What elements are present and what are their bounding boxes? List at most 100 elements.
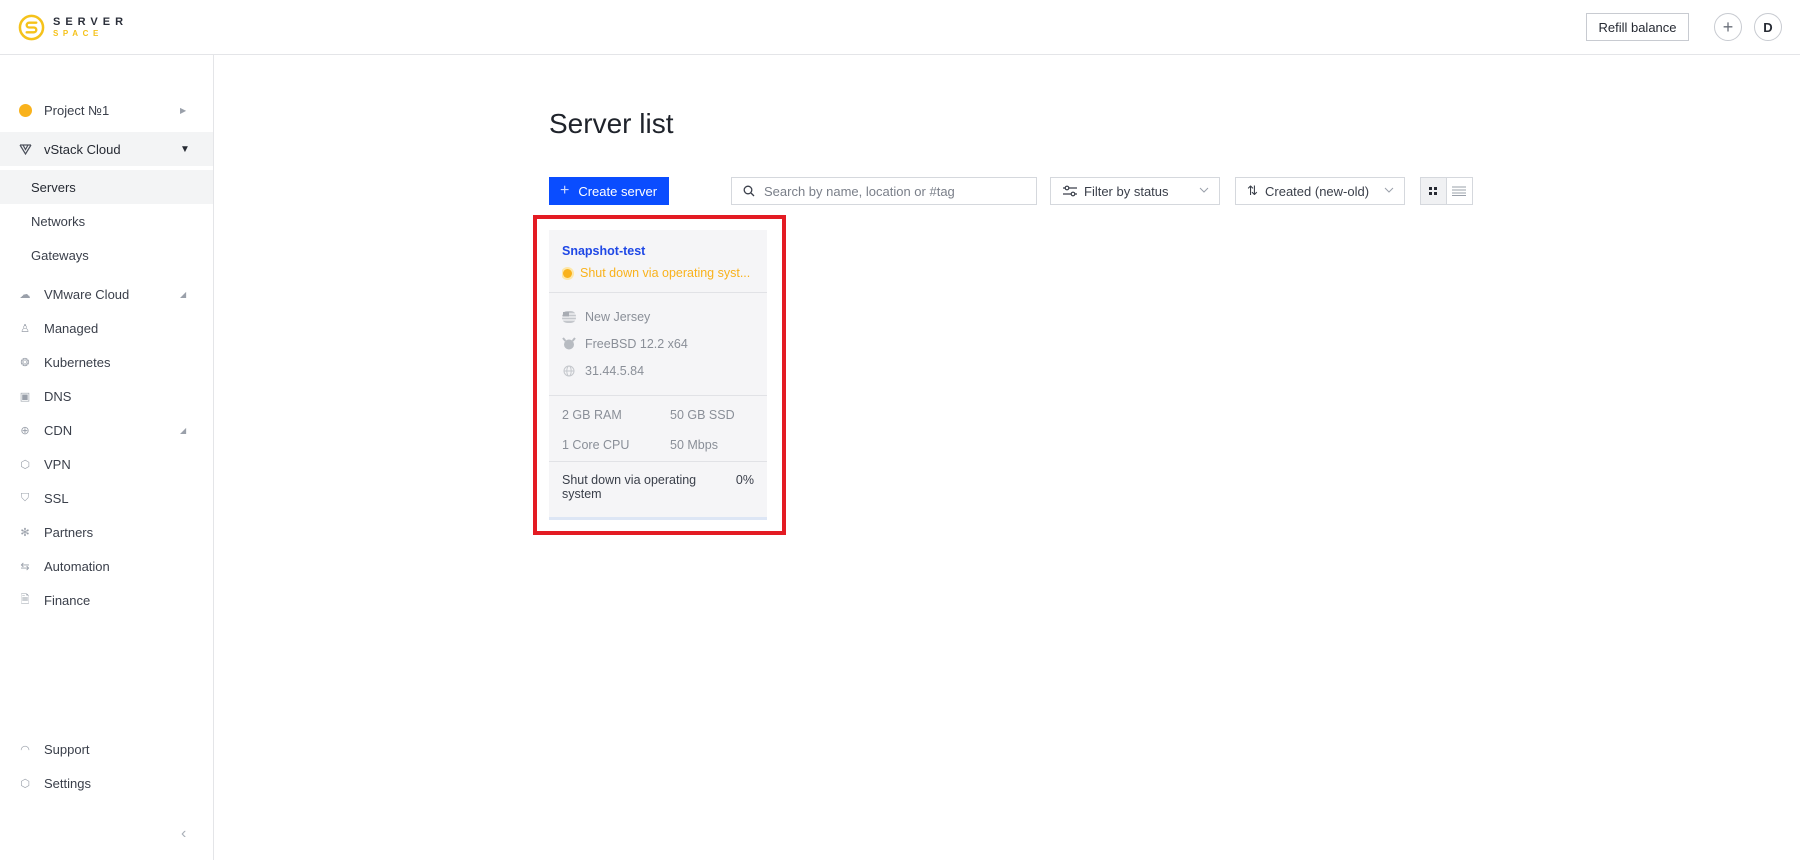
sidebar-item-gateways[interactable]: Gateways	[0, 238, 213, 272]
sidebar-item-networks[interactable]: Networks	[0, 204, 213, 238]
freebsd-icon	[562, 337, 576, 351]
sidebar-item-support[interactable]: ◠ Support	[0, 732, 213, 766]
shield-icon: ⛉	[20, 491, 30, 504]
avatar[interactable]: D	[1754, 13, 1782, 41]
sidebar-item-label: Managed	[44, 320, 99, 336]
sidebar-item-label: Networks	[31, 213, 86, 229]
sidebar: Project №1 ▶ vStack Cloud ▼ Servers Netw…	[0, 55, 214, 860]
vpn-shield-icon: ⬡	[20, 458, 30, 471]
plus-icon: +	[1722, 16, 1734, 37]
server-name-link[interactable]: Snapshot-test	[562, 244, 754, 258]
globe-icon: ⊕	[20, 424, 30, 437]
sidebar-item-label: SSL	[44, 490, 69, 506]
sidebar-item-managed[interactable]: ♙ Managed	[0, 311, 213, 345]
sidebar-item-label: CDN	[44, 422, 73, 438]
sidebar-item-settings[interactable]: ⬡ Settings	[0, 766, 213, 800]
server-ip: 31.44.5.84	[562, 357, 754, 384]
status-dot-icon	[563, 268, 572, 278]
sidebar-item-servers[interactable]: Servers	[0, 170, 213, 204]
logo-text-bottom: SPACE	[53, 28, 103, 38]
logo-text-top: SERVER	[53, 15, 129, 28]
disk-spec: 50 GB SSD	[670, 408, 735, 422]
gear-icon: ⬡	[20, 777, 30, 790]
ram-spec: 2 GB RAM	[562, 408, 622, 422]
sidebar-item-label: VMware Cloud	[44, 286, 130, 302]
document-icon: 🗎	[20, 593, 30, 606]
expand-arrow-icon: ◢	[180, 289, 187, 299]
server-status: Shut down via operating syst...	[562, 266, 754, 280]
sidebar-item-label: VPN	[44, 456, 71, 472]
dns-icon: ▣	[19, 390, 31, 403]
sidebar-item-label: Settings	[44, 775, 91, 791]
partners-icon: ✻	[20, 526, 30, 539]
chevron-right-icon: ▶	[180, 105, 187, 115]
sidebar-item-finance[interactable]: 🗎 Finance	[0, 583, 213, 617]
filter-by-status-select[interactable]: Filter by status	[1050, 177, 1220, 205]
globe-icon	[562, 364, 576, 378]
page-title: Server list	[549, 108, 674, 139]
sidebar-item-label: Kubernetes	[44, 354, 111, 370]
server-specs: 2 GB RAM 50 GB SSD 1 Core CPU 50 Mbps	[549, 396, 767, 462]
filter-sliders-icon	[1062, 185, 1078, 197]
sidebar-item-label: Finance	[44, 592, 91, 608]
top-header: SERVER SPACE Refill balance + D	[0, 0, 1800, 55]
sidebar-item-label: DNS	[44, 388, 72, 404]
grid-icon	[1429, 187, 1438, 195]
refill-balance-button[interactable]: Refill balance	[1586, 13, 1689, 41]
kubernetes-icon: ❂	[20, 356, 30, 369]
server-os: FreeBSD 12.2 x64	[562, 330, 754, 357]
project-dot-icon	[18, 103, 32, 117]
server-card[interactable]: Snapshot-test Shut down via operating sy…	[549, 230, 767, 520]
search-box[interactable]	[731, 177, 1037, 205]
sidebar-item-label: Project №1	[44, 102, 110, 118]
create-server-label: Create server	[578, 183, 658, 199]
server-location: New Jersey	[562, 303, 754, 330]
server-status-text: Shut down via operating syst...	[580, 266, 751, 280]
chevron-left-icon: ‹	[181, 825, 187, 842]
chevron-down-icon	[1384, 187, 1394, 193]
list-view-button[interactable]	[1447, 178, 1472, 204]
sidebar-item-partners[interactable]: ✻ Partners	[0, 515, 213, 549]
sidebar-item-label: Partners	[44, 524, 94, 540]
sidebar-item-label: Support	[44, 741, 90, 757]
sidebar-item-kubernetes[interactable]: ❂ Kubernetes	[0, 345, 213, 379]
automation-icon: ⇆	[20, 560, 30, 573]
expand-arrow-icon: ◢	[180, 425, 187, 435]
location-text: New Jersey	[585, 309, 651, 324]
headset-icon: ◠	[20, 743, 30, 756]
task-progress-bar	[549, 517, 767, 520]
sidebar-item-label: Automation	[44, 558, 110, 574]
ip-text: 31.44.5.84	[585, 363, 645, 378]
logo[interactable]: SERVER SPACE	[18, 12, 128, 42]
sidebar-project-selector[interactable]: Project №1 ▶	[0, 93, 213, 127]
sidebar-item-label: vStack Cloud	[44, 141, 121, 157]
os-text: FreeBSD 12.2 x64	[585, 336, 688, 351]
cloud-icon: ☁	[19, 288, 31, 301]
chevron-down-icon	[1199, 187, 1209, 193]
sort-value: Created (new-old)	[1265, 183, 1370, 199]
us-flag-icon	[562, 310, 576, 324]
caret-down-icon: ▼	[180, 143, 190, 155]
filter-value: Filter by status	[1084, 183, 1169, 199]
task-progress-label: 0%	[735, 473, 754, 487]
list-icon	[1452, 186, 1467, 196]
search-icon	[743, 185, 755, 197]
sort-arrows-icon: ⇅	[1247, 183, 1258, 198]
server-task: Shut down via operating system 0%	[549, 462, 767, 502]
task-text: Shut down via operating system	[562, 473, 697, 501]
add-button[interactable]: +	[1714, 13, 1742, 41]
sidebar-item-cdn[interactable]: ⊕ CDN ◢	[0, 413, 213, 447]
search-input[interactable]	[764, 183, 1024, 199]
cpu-spec: 1 Core CPU	[562, 438, 630, 452]
sidebar-group-vstack-cloud[interactable]: vStack Cloud ▼	[0, 132, 213, 166]
collapse-sidebar-button[interactable]: ‹	[181, 825, 186, 843]
create-server-button[interactable]: + Create server	[549, 177, 669, 205]
sort-select[interactable]: ⇅ Created (new-old)	[1235, 177, 1405, 205]
bandwidth-spec: 50 Mbps	[670, 438, 718, 452]
sidebar-item-dns[interactable]: ▣ DNS	[0, 379, 213, 413]
sidebar-item-ssl[interactable]: ⛉ SSL	[0, 481, 213, 515]
sidebar-item-automation[interactable]: ⇆ Automation	[0, 549, 213, 583]
grid-view-button[interactable]	[1421, 178, 1447, 204]
sidebar-item-vpn[interactable]: ⬡ VPN	[0, 447, 213, 481]
sidebar-item-vmware-cloud[interactable]: ☁ VMware Cloud ◢	[0, 277, 213, 311]
